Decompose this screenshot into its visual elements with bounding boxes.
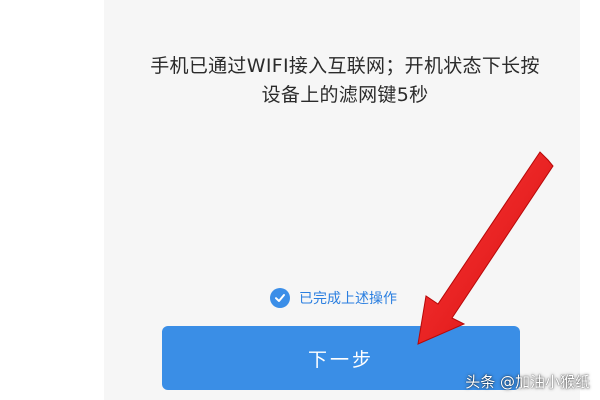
instruction-line-1: 手机已通过WIFI接入互联网；开机状态下长按 (150, 55, 540, 77)
confirm-checkbox-row[interactable]: 已完成上述操作 (270, 287, 397, 309)
left-margin (0, 0, 100, 400)
instruction-text: 手机已通过WIFI接入互联网；开机状态下长按 设备上的滤网键5秒 (120, 52, 570, 110)
watermark: 头条 @加油小猴纸 (465, 373, 590, 391)
check-circle-icon[interactable] (270, 288, 290, 308)
confirm-label: 已完成上述操作 (299, 291, 397, 307)
instruction-line-2: 设备上的滤网键5秒 (261, 84, 429, 106)
